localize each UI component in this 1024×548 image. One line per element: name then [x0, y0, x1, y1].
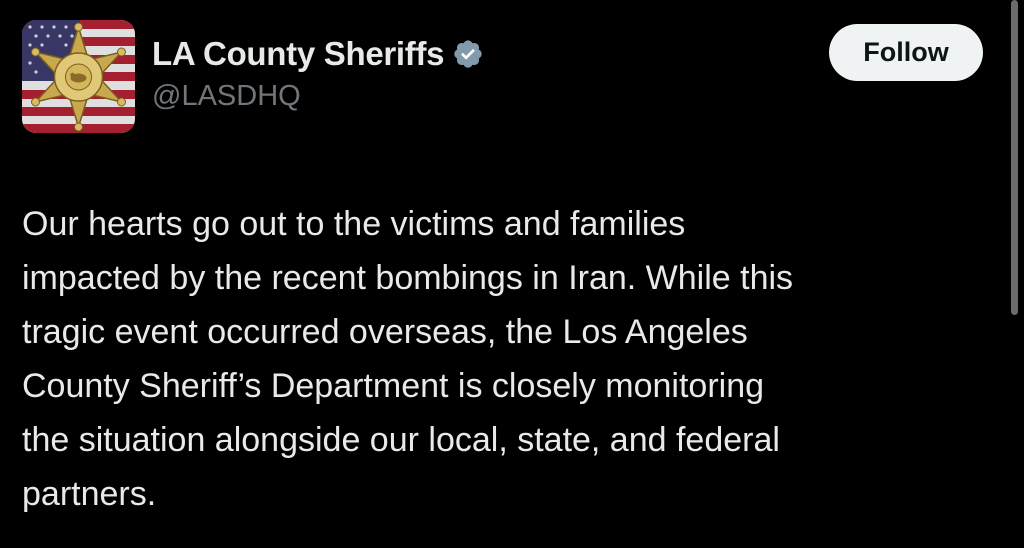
follow-button[interactable]: Follow: [829, 24, 983, 81]
scrollbar-thumb[interactable]: [1011, 0, 1018, 315]
post-text: Our hearts go out to the victims and fam…: [22, 197, 1002, 521]
post-text-line: partners.: [22, 475, 157, 513]
post-card: LA County Sheriffs @LASDHQ Follow Our he…: [0, 0, 1024, 548]
profile-avatar[interactable]: [22, 20, 135, 133]
post-text-line: impacted by the recent bombings in Iran.…: [22, 259, 794, 297]
verified-badge-icon[interactable]: [452, 38, 484, 70]
sheriff-star-flag-icon: [22, 20, 135, 133]
post-text-line: Our hearts go out to the victims and fam…: [22, 205, 686, 243]
post-text-line: County Sheriff’s Department is closely m…: [22, 367, 765, 405]
post-text-line: the situation alongside our local, state…: [22, 421, 780, 459]
post-text-line: tragic event occurred overseas, the Los …: [22, 313, 748, 351]
author-name-row: LA County Sheriffs: [152, 32, 484, 76]
author-display-name[interactable]: LA County Sheriffs: [152, 35, 445, 73]
author-handle[interactable]: @LASDHQ: [152, 80, 301, 113]
scrollbar[interactable]: [1011, 0, 1018, 548]
